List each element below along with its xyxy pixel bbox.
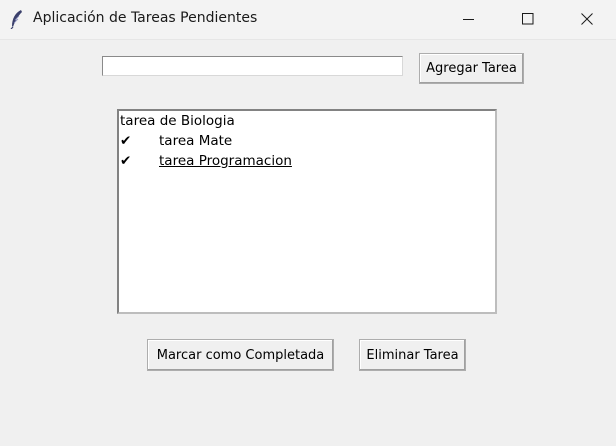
maximize-icon bbox=[522, 13, 534, 25]
list-item[interactable]: tarea de Biologia bbox=[119, 111, 495, 131]
feather-icon bbox=[9, 9, 25, 30]
list-item-label: tarea Programacion bbox=[159, 153, 292, 169]
maximize-button[interactable] bbox=[505, 0, 551, 39]
list-item-label: tarea Mate bbox=[159, 133, 233, 149]
list-item[interactable]: ✔ tarea Programacion bbox=[119, 151, 495, 171]
close-button[interactable] bbox=[564, 0, 610, 39]
add-task-button[interactable]: Agregar Tarea bbox=[419, 53, 524, 84]
mark-complete-button[interactable]: Marcar como Completada bbox=[147, 339, 334, 371]
app-window: Aplicación de Tareas Pendientes Agregar … bbox=[0, 0, 616, 446]
list-item-content: tarea de Biologia bbox=[120, 113, 235, 129]
minimize-icon bbox=[463, 19, 474, 20]
title-bar[interactable]: Aplicación de Tareas Pendientes bbox=[0, 0, 616, 40]
checkmark-icon: ✔ bbox=[120, 153, 132, 169]
task-input[interactable] bbox=[102, 56, 403, 76]
window-title: Aplicación de Tareas Pendientes bbox=[33, 10, 258, 26]
list-item-content: ✔ tarea Mate bbox=[120, 133, 232, 149]
list-item-label: tarea de Biologia bbox=[120, 113, 235, 129]
checkmark-icon: ✔ bbox=[120, 133, 132, 149]
minimize-button[interactable] bbox=[446, 0, 492, 39]
list-item-content: ✔ tarea Programacion bbox=[120, 153, 292, 169]
list-item[interactable]: ✔ tarea Mate bbox=[119, 131, 495, 151]
delete-task-button[interactable]: Eliminar Tarea bbox=[359, 339, 466, 371]
close-icon bbox=[581, 13, 593, 25]
task-list[interactable]: tarea de Biologia ✔ tarea Mate ✔ tarea Progr… bbox=[117, 109, 497, 314]
